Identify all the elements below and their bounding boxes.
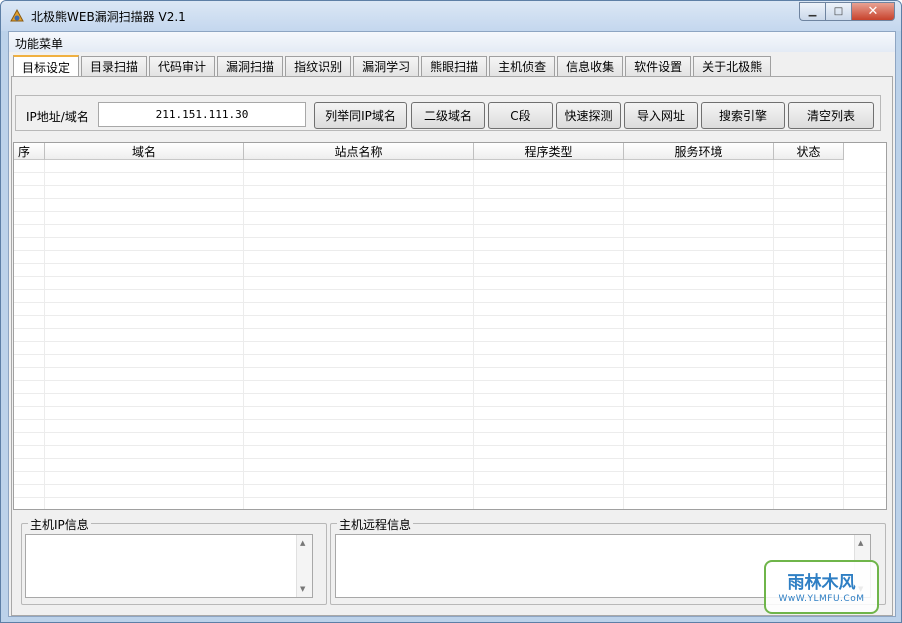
grid-line [243, 160, 244, 509]
tab-software-settings[interactable]: 软件设置 [625, 56, 692, 76]
grid-line [623, 160, 624, 509]
watermark-text: 雨林木风 [787, 573, 856, 593]
minimize-icon: ▁ [808, 6, 817, 17]
tab-bear-eye-scan[interactable]: 熊眼扫描 [421, 56, 488, 76]
minimize-button[interactable]: ▁ [799, 2, 825, 21]
tab-code-audit[interactable]: 代码审计 [149, 56, 216, 76]
column-program-type[interactable]: 程序类型 [474, 143, 624, 160]
tab-vuln-learning[interactable]: 漏洞学习 [353, 56, 420, 76]
ip-domain-label: IP地址/域名 [26, 110, 89, 124]
watermark-url: WwW.YLMFU.CoM [778, 594, 865, 604]
host-remote-info-label: 主机远程信息 [337, 516, 414, 533]
scroll-up-icon[interactable]: ▲ [858, 539, 863, 547]
column-index[interactable]: 序 [14, 143, 45, 160]
subdomain-button[interactable]: 二级域名 [411, 102, 485, 129]
target-toolbar: IP地址/域名 列举同IP域名 二级域名 C段 快速探测 导入网址 搜索引擎 清… [15, 95, 881, 131]
grid-line [843, 160, 844, 509]
bear-app-icon [10, 8, 24, 22]
list-header: 序 域名 站点名称 程序类型 服务环境 状态 [14, 143, 844, 160]
clear-list-button[interactable]: 清空列表 [788, 102, 874, 129]
tab-strip: 目标设定 目录扫描 代码审计 漏洞扫描 指纹识别 漏洞学习 熊眼扫描 主机侦查 … [13, 54, 773, 77]
column-domain[interactable]: 域名 [45, 143, 244, 160]
tab-info-gathering[interactable]: 信息收集 [557, 56, 624, 76]
list-grid [14, 160, 886, 509]
close-icon: ✕ [867, 4, 879, 19]
grid-line [473, 160, 474, 509]
watermark-logo: 雨林木风 WwW.YLMFU.CoM [764, 560, 879, 614]
title-bar[interactable]: 北极熊WEB漏洞扫描器 V2.1 ▁ □ ✕ [1, 1, 901, 31]
window-controls: ▁ □ ✕ [799, 2, 895, 22]
target-settings-page: IP地址/域名 列举同IP域名 二级域名 C段 快速探测 导入网址 搜索引擎 清… [11, 76, 893, 616]
window-title: 北极熊WEB漏洞扫描器 V2.1 [31, 10, 186, 24]
import-urls-button[interactable]: 导入网址 [624, 102, 698, 129]
host-ip-info-group: 主机IP信息 ▲ ▼ [21, 516, 327, 605]
results-list[interactable]: 序 域名 站点名称 程序类型 服务环境 状态 [13, 142, 887, 510]
app-window: 北极熊WEB漏洞扫描器 V2.1 ▁ □ ✕ 功能菜单 目标设定 目录扫描 代码… [0, 0, 902, 623]
tab-target-settings[interactable]: 目标设定 [13, 55, 80, 77]
tab-vuln-scan[interactable]: 漏洞扫描 [217, 56, 284, 76]
tab-directory-scan[interactable]: 目录扫描 [81, 56, 148, 76]
client-area: 功能菜单 目标设定 目录扫描 代码审计 漏洞扫描 指纹识别 漏洞学习 熊眼扫描 … [8, 31, 896, 617]
column-server-env[interactable]: 服务环境 [624, 143, 774, 160]
ip-domain-input[interactable] [98, 102, 306, 127]
tab-host-recon[interactable]: 主机侦查 [489, 56, 556, 76]
close-button[interactable]: ✕ [851, 2, 895, 21]
column-status[interactable]: 状态 [774, 143, 844, 160]
maximize-icon: □ [833, 6, 844, 17]
tab-about[interactable]: 关于北极熊 [693, 56, 772, 76]
c-segment-button[interactable]: C段 [488, 102, 553, 129]
host-ip-info-textarea[interactable]: ▲ ▼ [25, 534, 313, 598]
quick-probe-button[interactable]: 快速探测 [556, 102, 621, 129]
grid-line [773, 160, 774, 509]
list-same-ip-domains-button[interactable]: 列举同IP域名 [314, 102, 407, 129]
tab-fingerprint[interactable]: 指纹识别 [285, 56, 352, 76]
host-ip-scrollbar[interactable]: ▲ ▼ [296, 535, 312, 597]
search-engine-button[interactable]: 搜索引擎 [701, 102, 785, 129]
menu-bar: 功能菜单 [9, 32, 895, 52]
menu-function[interactable]: 功能菜单 [15, 35, 63, 52]
scroll-up-icon[interactable]: ▲ [300, 539, 305, 547]
grid-line [44, 160, 45, 509]
column-site-name[interactable]: 站点名称 [244, 143, 474, 160]
scroll-down-icon[interactable]: ▼ [300, 585, 305, 593]
maximize-button[interactable]: □ [825, 2, 851, 21]
host-ip-info-label: 主机IP信息 [28, 516, 91, 533]
